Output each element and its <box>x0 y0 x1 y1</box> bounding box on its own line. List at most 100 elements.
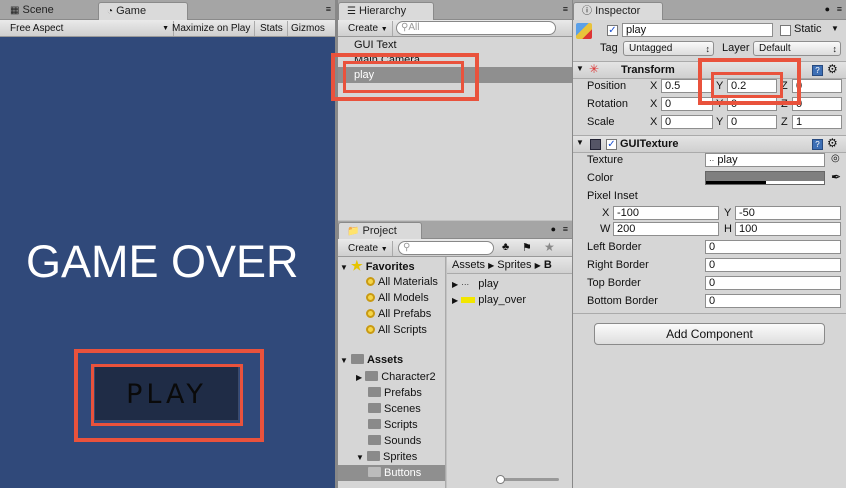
tab-inspector[interactable]: ⓘ Inspector <box>573 2 663 20</box>
panel-menu-icon[interactable]: ≡ <box>837 4 842 14</box>
maximize-on-play-button[interactable]: Maximize on Play <box>168 21 256 36</box>
lock-icon[interactable]: ● <box>825 4 830 14</box>
project-folder-tree: ▼ ★ Favorites All Materials All Models A… <box>338 257 446 488</box>
hierarchy-tabbar: ☰ Hierarchy ≡ <box>338 0 572 20</box>
tag-label: Tag <box>600 42 618 54</box>
right-border-input[interactable]: 0 <box>705 258 841 272</box>
inset-x-input[interactable]: -100 <box>613 206 719 220</box>
breadcrumb-sprites[interactable]: Sprites <box>497 259 531 271</box>
inset-w-input[interactable]: 200 <box>613 222 719 236</box>
inset-w-label: W <box>600 223 611 235</box>
folder-icon <box>368 419 381 430</box>
lock-icon[interactable]: ● <box>551 224 556 234</box>
gear-icon[interactable]: ⚙ <box>827 136 838 150</box>
folder-prefabs[interactable]: Prefabs <box>368 385 422 401</box>
favorite-star-icon[interactable]: ★ <box>544 240 555 254</box>
guitexture-header[interactable]: ▼ ✓ GUITexture ? ⚙ <box>573 135 846 153</box>
favorite-item-prefabs[interactable]: All Prefabs <box>366 306 431 322</box>
tag-dropdown[interactable]: Untagged <box>623 41 714 56</box>
right-border-label: Right Border <box>587 259 649 271</box>
folder-scenes[interactable]: Scenes <box>368 401 421 417</box>
texture-label: Texture <box>587 154 624 166</box>
folder-sprites[interactable]: ▼ Sprites <box>356 449 417 465</box>
breadcrumb-assets[interactable]: Assets <box>452 259 485 271</box>
bottom-border-input[interactable]: 0 <box>705 294 841 308</box>
dropdown-arrow-icon: ▼ <box>380 26 388 33</box>
assets-header[interactable]: ▼ Assets <box>340 352 403 368</box>
slider-handle[interactable] <box>496 475 505 484</box>
help-icon[interactable]: ? <box>812 139 823 150</box>
left-border-label: Left Border <box>587 241 642 253</box>
folder-icon <box>350 354 364 365</box>
hierarchy-search-input[interactable]: ⚲All <box>396 21 556 35</box>
static-label: Static <box>794 23 822 35</box>
folder-scripts[interactable]: Scripts <box>368 417 418 433</box>
gizmos-dropdown[interactable]: Gizmos <box>287 21 329 36</box>
top-border-input[interactable]: 0 <box>705 276 841 290</box>
folder-sounds[interactable]: Sounds <box>368 433 421 449</box>
folder-icon <box>366 451 380 462</box>
favorite-item-materials[interactable]: All Materials <box>366 274 438 290</box>
inset-h-label: H <box>724 223 732 235</box>
panel-menu-icon[interactable]: ≡ <box>563 224 568 234</box>
gear-icon[interactable]: ⚙ <box>827 62 838 76</box>
hierarchy-item-gui-text[interactable]: GUI Text <box>354 37 397 53</box>
hierarchy-create-dropdown[interactable]: Create ▼ <box>344 21 393 36</box>
icon-size-slider[interactable] <box>496 475 559 484</box>
layer-dropdown[interactable]: Default <box>753 41 841 56</box>
filter-by-label-icon[interactable]: ⚑ <box>522 241 532 254</box>
favorite-item-models[interactable]: All Models <box>366 290 429 306</box>
folder-buttons[interactable]: Buttons <box>338 465 445 481</box>
panel-menu-icon[interactable]: ≡ <box>326 4 331 14</box>
stats-button[interactable]: Stats <box>256 21 288 36</box>
project-search-input[interactable]: ⚲ <box>398 241 494 255</box>
project-tabbar: 📁 Project ● ≡ <box>338 221 572 240</box>
rotation-label: Rotation <box>587 98 628 110</box>
breadcrumb-separator-icon: ▶ <box>534 261 541 270</box>
folder-icon <box>368 387 381 398</box>
search-filter-icon <box>366 324 375 334</box>
scale-z-input[interactable]: 1 <box>792 115 842 129</box>
favorite-item-scripts[interactable]: All Scripts <box>366 322 427 338</box>
eyedropper-icon[interactable]: ✒ <box>831 170 841 184</box>
tab-scene[interactable]: ▦ Scene <box>2 2 62 19</box>
guitexture-enabled-checkbox[interactable]: ✓ <box>606 139 617 150</box>
panel-menu-icon[interactable]: ≡ <box>563 4 568 14</box>
color-swatch[interactable] <box>705 171 825 185</box>
bottom-border-label: Bottom Border <box>587 295 658 307</box>
layer-label: Layer <box>722 42 750 54</box>
grid-icon: ▦ <box>10 5 20 16</box>
search-icon: ⚲ <box>403 242 411 253</box>
axis-x-label: X <box>650 80 658 92</box>
inset-y-label: Y <box>724 207 732 219</box>
project-create-dropdown[interactable]: Create ▼ <box>344 241 393 256</box>
inset-h-input[interactable]: 100 <box>735 222 841 236</box>
folder-character2[interactable]: ▶ Character2 <box>356 369 436 385</box>
texture-object-field[interactable]: ·· play <box>705 153 825 167</box>
breadcrumb-buttons[interactable]: B <box>544 259 552 271</box>
position-label: Position <box>587 80 627 92</box>
tab-hierarchy[interactable]: ☰ Hierarchy <box>338 2 434 20</box>
static-checkbox[interactable] <box>780 25 791 36</box>
scale-y-input[interactable]: 0 <box>727 115 777 129</box>
file-play-over[interactable]: ▶ play_over <box>452 292 526 308</box>
left-border-input[interactable]: 0 <box>705 240 841 254</box>
add-component-button[interactable]: Add Component <box>594 323 825 345</box>
inset-y-input[interactable]: -50 <box>735 206 841 220</box>
foldout-arrow-icon: ▼ <box>576 64 584 73</box>
aspect-dropdown[interactable]: Free Aspect ▼ <box>6 21 174 36</box>
favorites-header[interactable]: ▼ ★ Favorites <box>340 258 415 274</box>
help-icon[interactable]: ? <box>812 65 823 76</box>
file-play[interactable]: ▶ ··· play <box>452 276 498 292</box>
folder-icon <box>365 371 379 382</box>
object-picker-icon[interactable]: ◎ <box>831 153 840 164</box>
info-icon: ⓘ <box>582 6 592 17</box>
scale-x-input[interactable]: 0 <box>661 115 713 129</box>
expand-arrow-icon: ▶ <box>452 296 459 305</box>
object-name-input[interactable]: play <box>622 23 773 37</box>
tab-game[interactable]: ◔ Game <box>98 2 188 20</box>
filter-by-type-icon[interactable]: ♣ <box>502 241 509 253</box>
tab-project[interactable]: 📁 Project <box>338 222 422 240</box>
static-dropdown-icon[interactable]: ▼ <box>831 24 839 33</box>
active-checkbox[interactable]: ✓ <box>607 25 618 36</box>
